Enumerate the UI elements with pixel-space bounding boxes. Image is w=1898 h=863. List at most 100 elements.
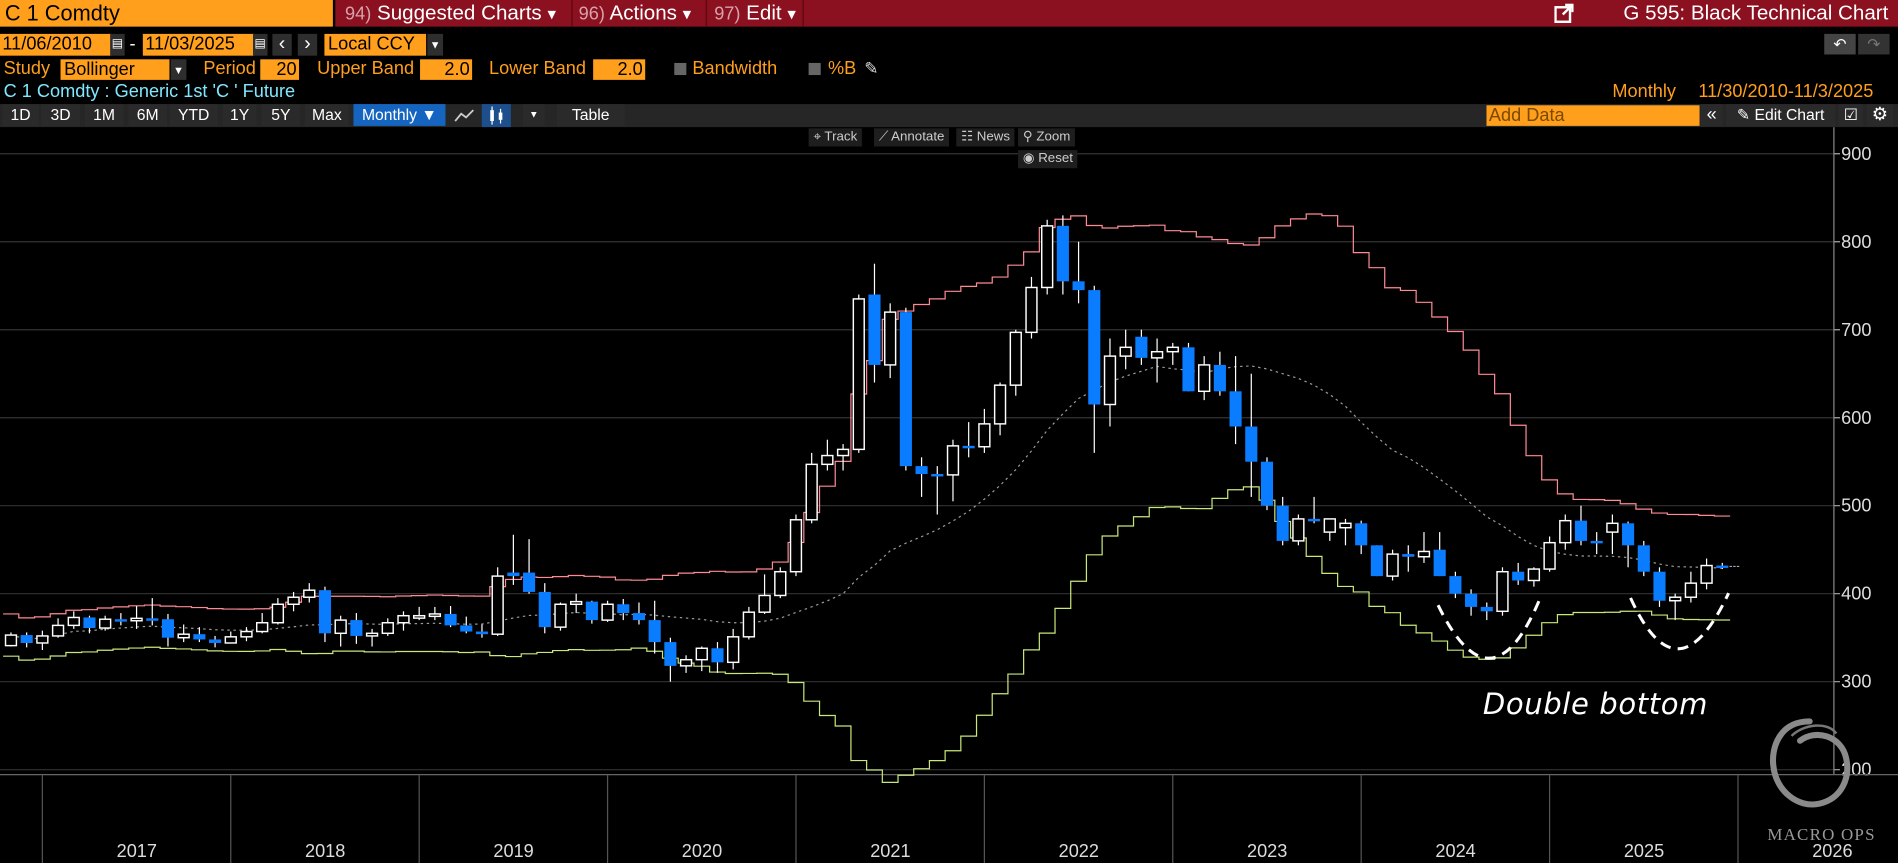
candle-up [1339,522,1352,529]
candle-up [884,311,897,366]
pct-b-checkbox[interactable] [808,62,821,76]
period-button-1y[interactable]: 1Y [222,104,257,126]
x-tick-label: 2025 [1624,841,1664,861]
chart-type-dropdown[interactable]: ▼ [522,104,545,126]
zoom-button[interactable]: ⚲ Zoom [1018,128,1076,147]
period-button-1d[interactable]: 1D [2,104,39,126]
reset-button[interactable]: ◉ Reset [1018,150,1078,169]
frequency-label: Monthly [1612,81,1676,102]
annotate-edit-icon[interactable]: ☑ [1838,104,1863,126]
menu-label: Actions [609,1,677,25]
menu-suggested-charts[interactable]: 94) Suggested Charts ▾ [345,1,556,25]
table-button[interactable]: Table [556,104,625,126]
line-chart-icon[interactable] [453,107,477,125]
add-data-input[interactable]: Add Data [1486,105,1700,126]
candle-down [1260,461,1274,506]
candle-down [209,639,222,643]
bandwidth-checkbox[interactable] [674,62,687,76]
candle-up [365,632,379,637]
lower-band-label: Lower Band [489,58,586,79]
start-date-input[interactable]: 11/06/2010 [0,33,112,56]
calendar-icon[interactable]: ▤ [252,33,268,56]
candle-down [193,634,206,640]
period-button-6m[interactable]: 6M [128,104,168,126]
candle-down [1276,505,1289,541]
candle-down [444,613,457,626]
candle-up [1119,346,1132,357]
study-select[interactable]: Bollinger [60,59,170,80]
period-input[interactable]: 20 [260,59,299,80]
candle-up [554,603,567,628]
candle-down [915,466,928,475]
candle-down [1370,545,1383,577]
candle-down [664,642,677,666]
candle-up [1292,518,1305,542]
upper-bollinger-band [3,213,1731,619]
menu-label: Suggested Charts [376,1,542,25]
candle-up [789,519,803,573]
period-button-3d[interactable]: 3D [41,104,80,126]
calendar-icon[interactable]: ▤ [110,33,125,56]
candle-down [1355,523,1368,546]
edit-chart-button[interactable]: ✎ Edit Chart [1726,104,1836,126]
candle-up [36,635,49,644]
candle-up [1009,331,1022,386]
pencil-icon[interactable]: ✎ [864,58,878,79]
candle-up [1198,364,1211,393]
candle-down [711,648,724,663]
annotate-button[interactable]: ⟋ Annotate [873,128,950,147]
candle-up [978,423,991,448]
candle-down [20,635,33,643]
news-button[interactable]: ☷ News [956,128,1015,147]
candle-down [1072,281,1085,291]
caret-down-icon[interactable]: ▼ [170,59,187,80]
candle-down [161,619,175,638]
currency-select[interactable]: Local CCY [324,33,427,56]
period-button-max[interactable]: Max [305,104,349,126]
candle-down [1590,540,1603,544]
candle-up [412,614,426,619]
bandwidth-label: Bandwidth [692,58,778,79]
redo-button[interactable]: ↷ [1858,33,1890,55]
period-button-5y[interactable]: 5Y [261,104,301,126]
caret-down-icon: ▾ [682,3,692,23]
candle-down [1308,518,1321,522]
undo-button[interactable]: ↶ [1824,33,1856,55]
candle-up [1386,553,1399,577]
candle-up [1606,522,1619,533]
next-period-button[interactable]: › [297,33,318,56]
caret-down-icon[interactable]: ▼ [427,33,444,56]
candle-up [428,613,442,618]
logo-text: MACRO OPS [1767,826,1876,845]
collapse-button[interactable]: « [1700,104,1723,126]
candle-up [836,448,850,457]
menu-actions[interactable]: 96) Actions ▾ [579,1,692,25]
y-tick-label: 400 [1841,584,1871,604]
candle-down [1637,545,1650,572]
price-chart[interactable]: 2003004005006007008009002017 2018 2019 2020… [0,127,1898,863]
external-link-icon[interactable] [1554,3,1574,23]
menu-edit[interactable]: 97) Edit ▾ [714,1,796,25]
lower-band-input[interactable]: 2.0 [593,59,646,80]
candlestick-icon[interactable] [481,104,511,128]
period-button-1m[interactable]: 1M [84,104,124,126]
ticker-input[interactable]: C 1 Comdty [0,0,333,27]
candle-down [1056,225,1069,282]
bloomberg-chart-window: C 1 Comdty 94) Suggested Charts ▾ 96) Ac… [0,0,1898,863]
candle-up [1323,518,1336,533]
candle-up [742,611,756,638]
period-button-ytd[interactable]: YTD [169,104,218,126]
candle-down [1622,523,1635,546]
caret-down-icon: ▾ [787,3,796,23]
candle-down [318,590,332,634]
candle-down [83,617,96,629]
x-tick-label: 2022 [1059,841,1099,861]
candle-up [98,618,112,629]
prev-period-button[interactable]: ‹ [272,33,292,56]
end-date-input[interactable]: 11/03/2025 [142,33,255,56]
gear-icon[interactable]: ⚙ [1866,104,1894,126]
x-tick-label: 2018 [305,841,345,861]
track-button[interactable]: ⌖ Track [808,128,863,147]
frequency-dropdown[interactable]: Monthly ▼ [353,104,446,126]
upper-band-input[interactable]: 2.0 [420,59,473,80]
